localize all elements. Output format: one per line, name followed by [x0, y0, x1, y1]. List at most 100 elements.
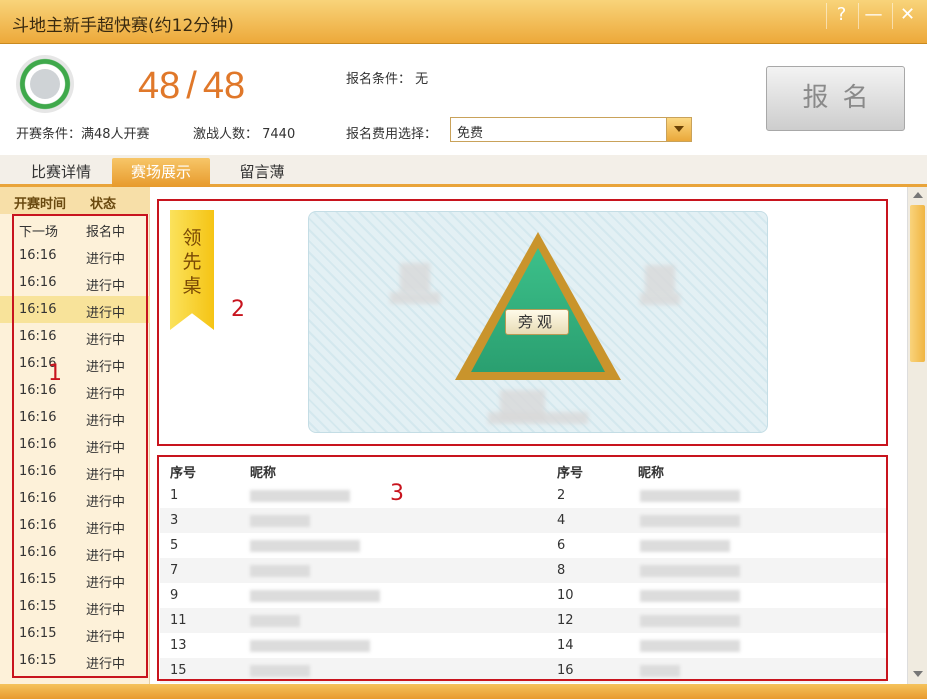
tab-bar: 比赛详情 赛场展示 留言薄 [0, 155, 927, 187]
scrollbar[interactable] [907, 187, 927, 684]
signup-condition: 报名条件： 无 [346, 72, 429, 87]
player-nickname-blurred [640, 665, 680, 677]
player-index: 4 [557, 513, 566, 528]
schedule-time: 16:16 [19, 437, 57, 452]
player-index: 16 [557, 663, 574, 678]
player-avatar-left [400, 263, 430, 293]
player-count: 48/48 [138, 65, 245, 108]
schedule-row[interactable]: 16:16 进行中 [0, 458, 150, 485]
schedule-status: 进行中 [86, 468, 126, 483]
schedule-col-status: 状态 [90, 197, 117, 212]
start-condition: 开赛条件：满48人开赛 [16, 127, 150, 142]
player-nickname-blurred [640, 590, 740, 602]
player-index: 12 [557, 613, 574, 628]
schedule-status: 进行中 [86, 306, 126, 321]
schedule-status: 进行中 [86, 414, 126, 429]
schedule-row[interactable]: 16:16 进行中 [0, 269, 150, 296]
close-button[interactable]: ✕ [892, 3, 922, 29]
tab-match-details[interactable]: 比赛详情 [16, 158, 106, 187]
annotation-label-1: 1 [48, 361, 62, 386]
schedule-status: 进行中 [86, 252, 126, 267]
schedule-time: 下一场 [19, 225, 59, 240]
signup-button[interactable]: 报名 [766, 66, 905, 131]
help-button[interactable]: ? [826, 3, 856, 29]
player-nickname-blurred [640, 490, 740, 502]
schedule-status: 报名中 [86, 225, 126, 240]
scroll-up-icon[interactable] [913, 192, 923, 198]
status-bar [0, 684, 927, 699]
schedule-status: 进行中 [86, 387, 126, 402]
player-index: 14 [557, 638, 574, 653]
player-nickname-blurred [640, 640, 740, 652]
schedule-time: 16:15 [19, 626, 57, 641]
fee-select[interactable]: 免费 [450, 117, 692, 142]
player-row: 15 16 [160, 658, 886, 683]
tab-showcase[interactable]: 赛场展示 [112, 158, 210, 187]
player-index: 9 [170, 588, 179, 603]
schedule-time: 16:16 [19, 329, 57, 344]
scroll-thumb[interactable] [910, 205, 925, 362]
schedule-status: 进行中 [86, 360, 126, 375]
schedule-row[interactable]: 16:16 进行中 [0, 350, 150, 377]
schedule-row[interactable]: 16:15 进行中 [0, 620, 150, 647]
annotation-label-3: 3 [390, 481, 404, 506]
player-nickname-blurred [250, 540, 360, 552]
schedule-status: 进行中 [86, 333, 126, 348]
player-nickname-blurred [250, 640, 370, 652]
player-nickname-blurred [640, 540, 730, 552]
schedule-col-time: 开赛时间 [14, 197, 67, 212]
match-header: 48/48 报名条件： 无 开赛条件：满48人开赛 激战人数： 7440 报名费… [0, 45, 927, 153]
schedule-row[interactable]: 16:16 进行中 [0, 485, 150, 512]
schedule-time: 16:15 [19, 653, 57, 668]
player-nickname-blurred [250, 515, 310, 527]
player-nickname-blurred [250, 665, 310, 677]
schedule-time: 16:16 [19, 410, 57, 425]
schedule-time: 16:16 [19, 302, 57, 317]
player-index: 6 [557, 538, 566, 553]
player-name-left [390, 292, 440, 304]
schedule-row[interactable]: 16:16 进行中 [0, 512, 150, 539]
schedule-time: 16:16 [19, 464, 57, 479]
watch-button[interactable]: 旁观 [505, 309, 569, 335]
player-row: 34 [160, 508, 886, 533]
player-nickname-blurred [250, 490, 350, 502]
schedule-row[interactable]: 16:16 进行中 [0, 539, 150, 566]
minimize-button[interactable]: — [858, 3, 888, 29]
schedule-row[interactable]: 16:16 进行中 [0, 296, 150, 323]
tab-guestbook[interactable]: 留言薄 [224, 158, 300, 187]
schedule-status: 进行中 [86, 549, 126, 564]
player-index: 2 [557, 488, 566, 503]
player-name-bottom [488, 412, 588, 424]
schedule-status: 进行中 [86, 279, 126, 294]
users-icon [16, 55, 74, 113]
schedule-row[interactable]: 下一场 报名中 [0, 215, 150, 242]
schedule-status: 进行中 [86, 522, 126, 537]
schedule-row[interactable]: 16:15 进行中 [0, 566, 150, 593]
schedule-row[interactable]: 16:16 进行中 [0, 431, 150, 458]
schedule-status: 进行中 [86, 441, 126, 456]
player-nickname-blurred [640, 515, 740, 527]
schedule-status: 进行中 [86, 603, 126, 618]
player-name-right [640, 293, 680, 305]
player-row: 11 12 [160, 608, 886, 633]
player-index: 8 [557, 563, 566, 578]
schedule-time: 16:15 [19, 599, 57, 614]
player-nickname-blurred [640, 565, 740, 577]
window-title: 斗地主新手超快赛(约12分钟) [12, 16, 234, 36]
list-col-nick-left: 昵称 [250, 466, 277, 481]
schedule-row[interactable]: 16:16 进行中 [0, 323, 150, 350]
player-row: 56 [160, 533, 886, 558]
fee-dropdown-button[interactable] [666, 118, 691, 141]
schedule-row[interactable]: 16:15 进行中 [0, 593, 150, 620]
player-index: 5 [170, 538, 179, 553]
scroll-down-icon[interactable] [913, 671, 923, 677]
list-col-index-right: 序号 [557, 466, 584, 481]
schedule-sidebar: 开赛时间 状态 下一场 报名中 16:16 进行中 16:16 进行中 16:16 进行中 16… [0, 187, 150, 684]
schedule-row[interactable]: 16:16 进行中 [0, 242, 150, 269]
schedule-time: 16:16 [19, 275, 57, 290]
schedule-row[interactable]: 16:16 进行中 [0, 377, 150, 404]
schedule-row[interactable]: 16:15 进行中 [0, 647, 150, 674]
annotation-label-2: 2 [231, 297, 245, 322]
schedule-status: 进行中 [86, 495, 126, 510]
schedule-row[interactable]: 16:16 进行中 [0, 404, 150, 431]
